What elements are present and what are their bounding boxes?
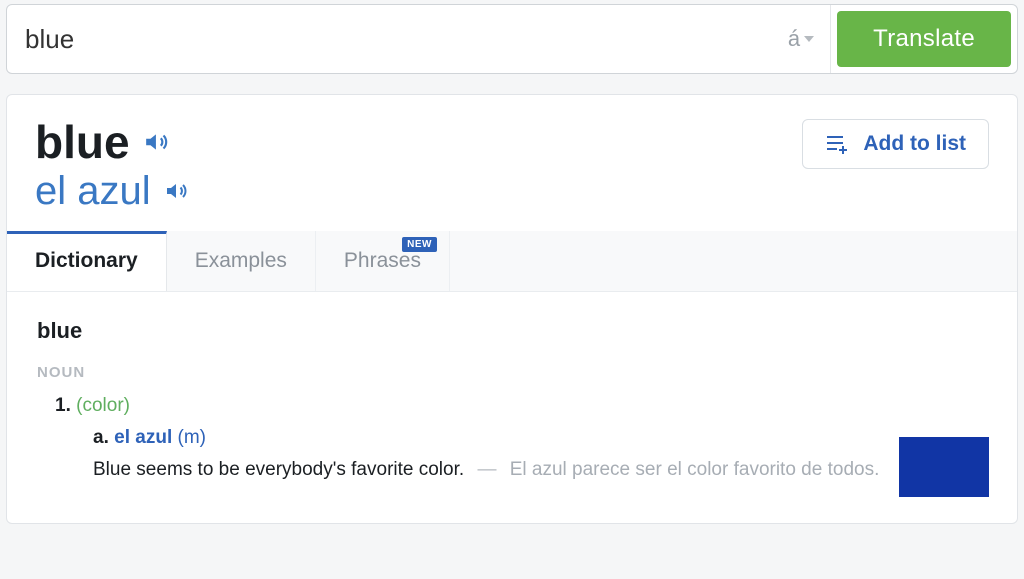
subsense-translation[interactable]: el azul: [114, 427, 172, 448]
search-bar: á Translate: [6, 4, 1018, 74]
dictionary-entry: blue NOUN 1. (color) a. el azul (m) Blue…: [7, 292, 1017, 523]
subsense-letter: a.: [93, 427, 109, 448]
result-card: blue el azul: [6, 94, 1018, 524]
example-dash: —: [477, 459, 496, 480]
tab-dictionary[interactable]: Dictionary: [7, 231, 167, 291]
tabs: Dictionary Examples Phrases NEW: [7, 231, 1017, 292]
tab-phrases[interactable]: Phrases NEW: [316, 231, 450, 291]
search-input[interactable]: [7, 5, 772, 73]
sense-1: 1. (color): [37, 395, 987, 417]
speaker-icon[interactable]: [144, 129, 170, 155]
chevron-down-icon: [804, 36, 814, 42]
playlist-add-icon: [825, 134, 849, 154]
headwords: blue el azul: [35, 119, 189, 213]
card-header: blue el azul: [7, 95, 1017, 231]
example-text: Blue seems to be everybody's favorite co…: [93, 455, 887, 485]
tab-phrases-label: Phrases: [344, 249, 421, 272]
speaker-icon[interactable]: [165, 179, 189, 203]
headword-row: blue: [35, 119, 189, 165]
add-to-list-label: Add to list: [863, 132, 966, 156]
headword: blue: [35, 119, 130, 165]
entry-headword: blue: [37, 318, 987, 344]
sense-gloss[interactable]: (color): [76, 395, 130, 416]
new-badge: NEW: [402, 237, 437, 252]
add-to-list-button[interactable]: Add to list: [802, 119, 989, 169]
subsense-head: a. el azul (m): [93, 427, 987, 449]
translation-row: el azul: [35, 169, 189, 213]
sense-number: 1.: [55, 395, 71, 416]
translate-button[interactable]: Translate: [837, 11, 1011, 67]
part-of-speech: NOUN: [37, 364, 987, 381]
accent-label: á: [788, 26, 800, 52]
example-english: Blue seems to be everybody's favorite co…: [93, 459, 464, 480]
example-spanish: El azul parece ser el color favorito de …: [510, 459, 880, 480]
color-swatch: [899, 437, 989, 497]
accent-dropdown[interactable]: á: [772, 5, 831, 73]
example-row: Blue seems to be everybody's favorite co…: [93, 455, 987, 497]
subsense-a: a. el azul (m) Blue seems to be everybod…: [37, 427, 987, 497]
headword-translation[interactable]: el azul: [35, 169, 151, 213]
tab-examples[interactable]: Examples: [167, 231, 316, 291]
subsense-gender[interactable]: (m): [178, 427, 206, 448]
